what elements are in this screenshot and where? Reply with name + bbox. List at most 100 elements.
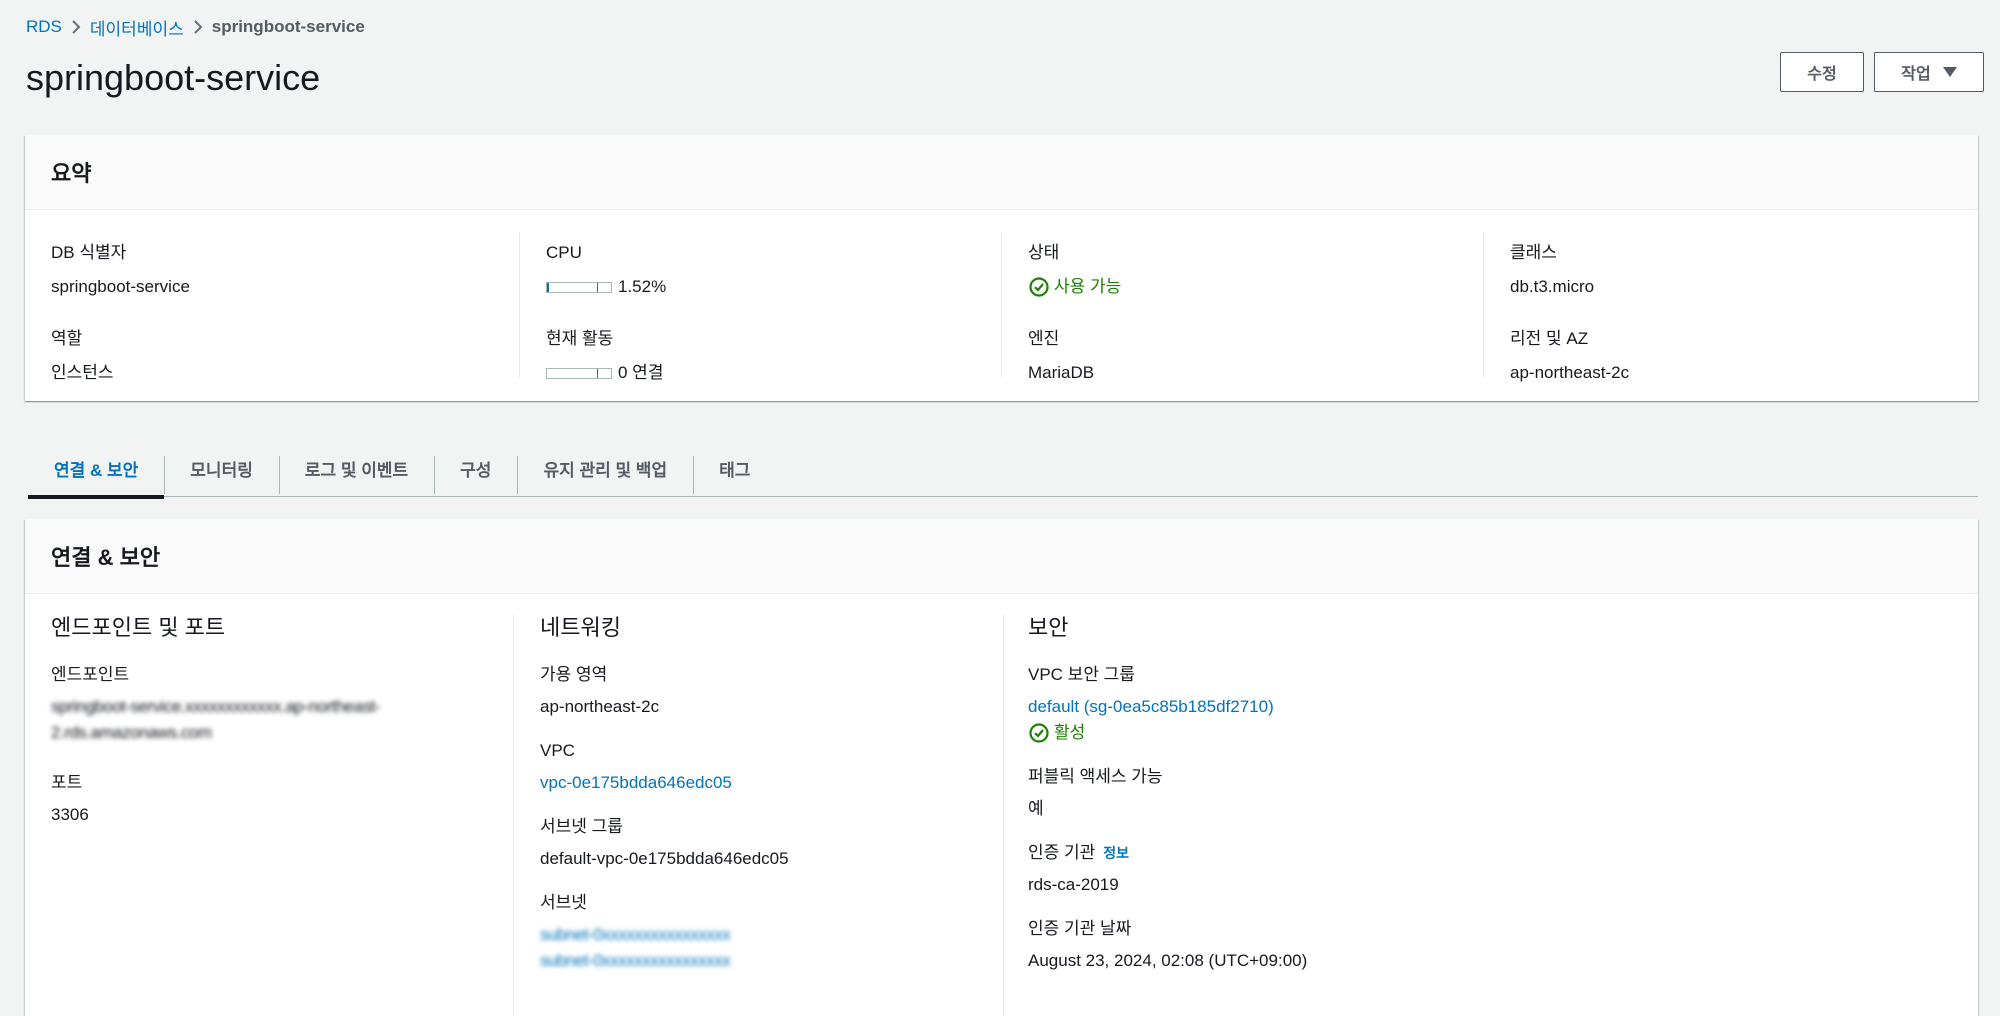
public-access-value: 예 bbox=[1028, 799, 1044, 818]
security-section: 보안 VPC 보안 그룹 default (sg-0ea5c85b185df27… bbox=[1028, 614, 1928, 972]
cpu-meter-fill bbox=[547, 282, 549, 292]
status-label: 상태 bbox=[1028, 243, 1060, 262]
class-value: db.t3.micro bbox=[1510, 277, 1595, 296]
status-value: 사용 가능 bbox=[1054, 277, 1122, 296]
tab-monitoring[interactable]: 모니터링 bbox=[164, 440, 279, 497]
chevron-right-icon bbox=[62, 16, 90, 38]
breadcrumb-rds-link[interactable]: RDS bbox=[26, 17, 62, 37]
activity-value: 0 연결 bbox=[618, 363, 664, 382]
role-field: 역할 인스턴스 bbox=[51, 328, 114, 384]
status-badge: 사용 가능 bbox=[1028, 276, 1121, 298]
cpu-value: 1.52% bbox=[618, 277, 667, 296]
tab-connectivity-security[interactable]: 연결 & 보안 bbox=[28, 440, 165, 499]
summary-column-status: 상태 사용 가능 엔진 MariaDB bbox=[1001, 232, 1483, 382]
vpc-link[interactable]: vpc-0e175bdda646edc05 bbox=[540, 772, 980, 794]
certificate-authority-date-field: 인증 기관 날짜 August 23, 2024, 02:08 (UTC+09:… bbox=[1028, 918, 1928, 972]
check-circle-icon bbox=[1029, 723, 1049, 743]
summary-grid: DB 식별자 springboot-service 역할 인스턴스 CPU 1.… bbox=[25, 210, 1978, 400]
networking-section: 네트워킹 가용 영역 ap-northeast-2c VPC vpc-0e175… bbox=[540, 614, 980, 972]
role-value: 인스턴스 bbox=[51, 363, 114, 382]
vpc-field: VPC vpc-0e175bdda646edc05 bbox=[540, 740, 980, 794]
certificate-authority-label: 인증 기관 bbox=[1028, 843, 1096, 862]
breadcrumb: RDS 데이터베이스 springboot-service bbox=[26, 15, 365, 40]
security-group-status-text: 활성 bbox=[1054, 723, 1086, 742]
tab-configuration[interactable]: 구성 bbox=[434, 440, 517, 497]
tab-tags[interactable]: 태그 bbox=[693, 440, 776, 497]
endpoint-port-title: 엔드포인트 및 포트 bbox=[51, 615, 226, 640]
region-label: 리전 및 AZ bbox=[1510, 329, 1589, 348]
endpoint-field: 엔드포인트 springboot-service.xxxxxxxxxxxx.ap… bbox=[51, 664, 491, 744]
activity-meter: 0 연결 bbox=[546, 362, 663, 384]
actions-button-label: 작업 bbox=[1901, 66, 1931, 83]
cpu-label: CPU bbox=[546, 243, 582, 262]
availability-zone-field: 가용 영역 ap-northeast-2c bbox=[540, 664, 980, 718]
vpc-label: VPC bbox=[540, 741, 575, 760]
tab-maintenance-backups[interactable]: 유지 관리 및 백업 bbox=[517, 440, 693, 497]
vpc-security-group-label: VPC 보안 그룹 bbox=[1028, 665, 1135, 684]
summary-column-class: 클래스 db.t3.micro 리전 및 AZ ap-northeast-2c bbox=[1483, 232, 1978, 382]
db-identifier-label: DB 식별자 bbox=[51, 243, 127, 262]
class-label: 클래스 bbox=[1510, 243, 1557, 262]
summary-panel: 요약 DB 식별자 springboot-service 역할 인스턴스 CPU bbox=[25, 135, 1978, 401]
activity-meter-bar bbox=[546, 367, 612, 379]
region-value: ap-northeast-2c bbox=[1510, 363, 1630, 382]
engine-label: 엔진 bbox=[1028, 329, 1060, 348]
role-label: 역할 bbox=[51, 329, 83, 348]
endpoint-port-section: 엔드포인트 및 포트 엔드포인트 springboot-service.xxxx… bbox=[51, 614, 491, 826]
breadcrumb-databases-link[interactable]: 데이터베이스 bbox=[90, 15, 184, 40]
subnets-field: 서브넷 subnet-0xxxxxxxxxxxxxxxx subnet-0xxx… bbox=[540, 892, 980, 972]
region-field: 리전 및 AZ ap-northeast-2c bbox=[1510, 328, 1629, 384]
column-divider bbox=[513, 614, 514, 1016]
engine-value: MariaDB bbox=[1028, 363, 1095, 382]
db-identifier-field: DB 식별자 springboot-service bbox=[51, 242, 190, 298]
certificate-authority-value: rds-ca-2019 bbox=[1028, 875, 1119, 894]
check-circle-icon bbox=[1029, 277, 1049, 297]
subnet-group-field: 서브넷 그룹 default-vpc-0e175bdda646edc05 bbox=[540, 816, 980, 870]
subnet-group-value: default-vpc-0e175bdda646edc05 bbox=[540, 849, 789, 868]
activity-label: 현재 활동 bbox=[546, 329, 614, 348]
actions-dropdown-button[interactable]: 작업 bbox=[1874, 52, 1984, 92]
class-field: 클래스 db.t3.micro bbox=[1510, 242, 1594, 298]
certificate-authority-field: 인증 기관 정보 rds-ca-2019 bbox=[1028, 842, 1928, 896]
certificate-authority-date-label: 인증 기관 날짜 bbox=[1028, 919, 1132, 938]
engine-field: 엔진 MariaDB bbox=[1028, 328, 1094, 384]
vpc-security-group-field: VPC 보안 그룹 default (sg-0ea5c85b185df2710)… bbox=[1028, 664, 1928, 744]
endpoint-value-line-1: springboot-service.xxxxxxxxxxxx.ap-north… bbox=[51, 697, 380, 716]
security-group-status: 활성 bbox=[1028, 722, 1928, 744]
endpoint-label: 엔드포인트 bbox=[51, 665, 130, 684]
caret-down-icon bbox=[1942, 67, 1957, 77]
subnet-group-label: 서브넷 그룹 bbox=[540, 817, 623, 836]
security-title: 보안 bbox=[1028, 615, 1069, 640]
subnet-link[interactable]: subnet-0xxxxxxxxxxxxxxxx bbox=[540, 950, 980, 972]
subnet-link[interactable]: subnet-0xxxxxxxxxxxxxxxx bbox=[540, 924, 980, 946]
port-value: 3306 bbox=[51, 805, 89, 824]
column-divider bbox=[1003, 614, 1004, 1016]
summary-column-cpu: CPU 1.52% 현재 활동 0 연결 bbox=[519, 232, 1001, 382]
port-field: 포트 3306 bbox=[51, 772, 491, 826]
tab-logs-events[interactable]: 로그 및 이벤트 bbox=[278, 440, 434, 497]
endpoint-value-line-2: 2.rds.amazonaws.com bbox=[51, 723, 212, 742]
security-group-link[interactable]: default (sg-0ea5c85b185df2710) bbox=[1028, 696, 1928, 718]
subnets-label: 서브넷 bbox=[540, 893, 587, 912]
certificate-authority-date-value: August 23, 2024, 02:08 (UTC+09:00) bbox=[1028, 951, 1308, 970]
cpu-meter-threshold bbox=[597, 282, 598, 292]
public-access-label: 퍼블릭 액세스 가능 bbox=[1028, 767, 1163, 786]
cpu-meter: 1.52% bbox=[546, 276, 666, 298]
cpu-field: CPU 1.52% bbox=[546, 242, 666, 298]
certificate-authority-label-row: 인증 기관 정보 bbox=[1028, 842, 1928, 864]
activity-field: 현재 활동 0 연결 bbox=[546, 328, 663, 384]
summary-column-identifier: DB 식별자 springboot-service 역할 인스턴스 bbox=[25, 232, 519, 382]
info-link[interactable]: 정보 bbox=[1103, 845, 1129, 861]
availability-zone-label: 가용 영역 bbox=[540, 665, 608, 684]
edit-button[interactable]: 수정 bbox=[1780, 52, 1864, 92]
activity-meter-threshold bbox=[597, 368, 598, 378]
connectivity-security-title: 연결 & 보안 bbox=[25, 519, 1978, 594]
public-access-field: 퍼블릭 액세스 가능 예 bbox=[1028, 766, 1928, 820]
page-title: springboot-service bbox=[26, 57, 321, 98]
detail-tabs: 연결 & 보안 모니터링 로그 및 이벤트 구성 유지 관리 및 백업 태그 bbox=[28, 440, 1978, 499]
availability-zone-value: ap-northeast-2c bbox=[540, 697, 660, 716]
port-label: 포트 bbox=[51, 773, 83, 792]
networking-title: 네트워킹 bbox=[540, 615, 621, 640]
summary-title: 요약 bbox=[25, 135, 1978, 210]
db-identifier-value: springboot-service bbox=[51, 277, 190, 296]
